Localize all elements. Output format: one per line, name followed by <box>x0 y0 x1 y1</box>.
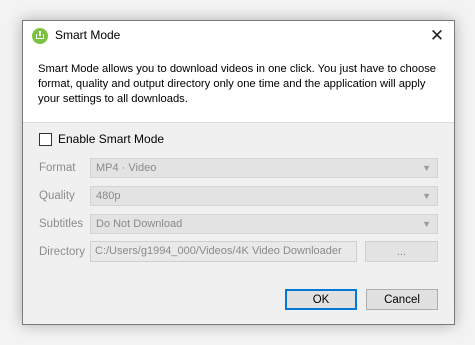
subtitles-label: Subtitles <box>39 218 84 230</box>
chevron-down-icon: ▼ <box>422 191 431 201</box>
directory-value: C:/Users/g1994_000/Videos/4K Video Downl… <box>95 245 342 257</box>
cancel-button[interactable]: Cancel <box>366 289 438 310</box>
directory-input[interactable]: C:/Users/g1994_000/Videos/4K Video Downl… <box>90 241 357 262</box>
chevron-down-icon: ▼ <box>422 219 431 229</box>
enable-smart-mode-label[interactable]: Enable Smart Mode <box>58 132 164 146</box>
directory-label: Directory <box>39 246 86 258</box>
format-value: MP4 · Video <box>96 162 157 174</box>
subtitles-value: Do Not Download <box>96 218 183 230</box>
dialog-title: Smart Mode <box>55 28 121 42</box>
description-panel: Smart Mode allows you to download videos… <box>23 51 454 123</box>
smart-mode-dialog: Smart Mode ✕ Smart Mode allows you to do… <box>22 20 455 325</box>
subtitles-dropdown[interactable]: Do Not Download ▼ <box>90 214 438 234</box>
quality-value: 480p <box>96 190 121 202</box>
close-icon: ✕ <box>429 26 445 45</box>
quality-label: Quality <box>39 190 75 202</box>
quality-dropdown[interactable]: 480p ▼ <box>90 186 438 206</box>
close-button[interactable]: ✕ <box>420 21 454 51</box>
description-text: Smart Mode allows you to download videos… <box>38 63 437 105</box>
chevron-down-icon: ▼ <box>422 163 431 173</box>
format-dropdown[interactable]: MP4 · Video ▼ <box>90 158 438 178</box>
app-logo-icon <box>32 28 48 44</box>
format-label: Format <box>39 162 76 174</box>
title-bar: Smart Mode ✕ <box>23 21 454 51</box>
enable-smart-mode-row[interactable]: Enable Smart Mode <box>39 131 164 147</box>
ok-button[interactable]: OK <box>285 289 357 310</box>
browse-button[interactable]: ... <box>365 241 438 262</box>
enable-smart-mode-checkbox[interactable] <box>39 132 52 146</box>
